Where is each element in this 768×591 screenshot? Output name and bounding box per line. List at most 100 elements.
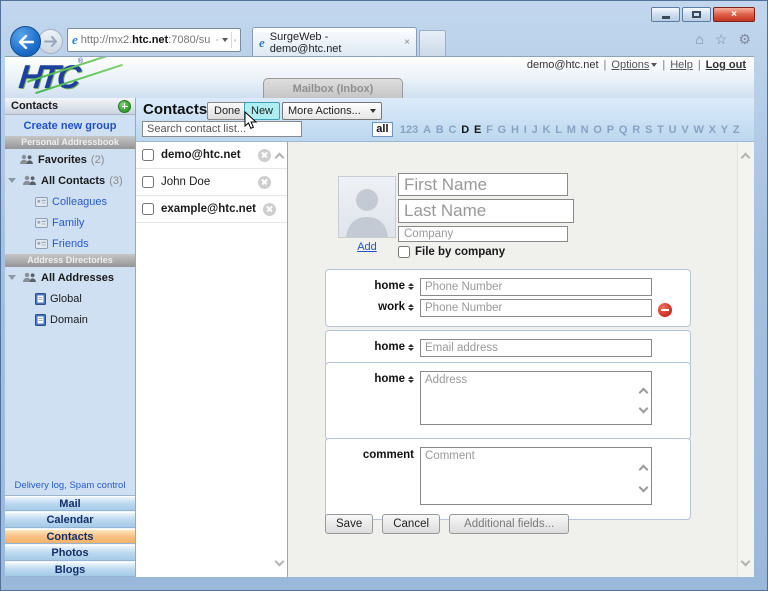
logout-link[interactable]: Log out (706, 59, 746, 71)
alpha-letter[interactable]: D (459, 124, 472, 136)
phone-type-select[interactable]: work (326, 299, 414, 313)
nav-contacts[interactable]: Contacts (5, 528, 135, 545)
email-address-field[interactable] (420, 339, 652, 357)
last-name-field[interactable] (398, 199, 574, 223)
alpha-letter[interactable]: I (521, 124, 529, 136)
close-button[interactable]: × (713, 7, 755, 22)
contact-row[interactable]: demo@htc.net (136, 142, 287, 169)
more-actions-select[interactable]: More Actions... (282, 102, 382, 120)
alpha-letter[interactable]: X (706, 124, 718, 136)
contact-row[interactable]: John Doe (136, 169, 287, 196)
delete-contact-icon[interactable] (262, 202, 276, 216)
scroll-up-icon[interactable] (740, 152, 751, 163)
additional-fields-button[interactable]: Additional fields... (449, 514, 570, 534)
alpha-letter[interactable]: U (666, 124, 679, 136)
delete-contact-icon[interactable] (258, 148, 271, 162)
alpha-letter[interactable]: M (564, 124, 578, 136)
add-group-icon[interactable] (118, 99, 131, 113)
sidebar-item-all-addresses[interactable]: All Addresses (5, 267, 135, 288)
search-icon[interactable] (216, 34, 219, 46)
address-dropdown-icon[interactable] (221, 38, 228, 42)
contact-checkbox[interactable] (142, 203, 154, 215)
options-menu[interactable]: Options (611, 59, 658, 71)
alpha-letter[interactable]: H (509, 124, 522, 136)
forward-button[interactable] (38, 29, 63, 54)
add-photo-link[interactable]: Add (338, 241, 396, 253)
delete-contact-icon[interactable] (258, 175, 271, 189)
maximize-button[interactable] (682, 7, 711, 22)
done-button[interactable]: Done (207, 102, 248, 120)
file-by-company-checkbox[interactable] (398, 246, 410, 258)
expander-icon[interactable] (8, 178, 16, 183)
alpha-letter[interactable]: L (553, 124, 565, 136)
nav-calendar[interactable]: Calendar (5, 512, 135, 528)
nav-mail[interactable]: Mail (5, 496, 135, 512)
company-field[interactable] (398, 226, 568, 242)
sidebar-item-colleagues[interactable]: Colleagues (5, 191, 135, 212)
sidebar-item-all-contacts[interactable]: All Contacts (3) (5, 170, 135, 191)
minimize-button[interactable] (651, 7, 680, 22)
spam-control-link[interactable]: Spam control (69, 480, 125, 491)
alpha-letter[interactable]: E (472, 124, 484, 136)
address-bar[interactable]: e http://mx2.htc.net:7080/su (67, 28, 241, 52)
alpha-letter[interactable]: G (495, 124, 508, 136)
alpha-letter[interactable]: Y (718, 124, 730, 136)
delivery-log-link[interactable]: Delivery log, (15, 480, 67, 491)
alpha-letter[interactable]: A (421, 124, 434, 136)
alpha-letter[interactable]: N (578, 124, 591, 136)
alpha-letter[interactable]: K (540, 124, 553, 136)
alpha-letter[interactable]: F (484, 124, 496, 136)
alpha-letter[interactable]: R (630, 124, 643, 136)
sidebar-item-favorites[interactable]: Favorites (2) (5, 149, 135, 170)
alpha-letter[interactable]: O (591, 124, 604, 136)
cancel-button[interactable]: Cancel (382, 514, 441, 534)
comment-field[interactable] (420, 447, 652, 505)
contact-row[interactable]: example@htc.net (136, 196, 287, 223)
home-icon[interactable]: ⌂ (695, 31, 703, 48)
sidebar-item-global[interactable]: Global (5, 288, 135, 309)
contact-checkbox[interactable] (142, 149, 154, 161)
alpha-all[interactable]: all (372, 122, 393, 137)
address-field[interactable] (420, 371, 652, 425)
tab-close-icon[interactable]: × (404, 37, 410, 48)
back-button[interactable] (10, 26, 41, 57)
nav-blogs[interactable]: Blogs (5, 561, 135, 577)
help-link[interactable]: Help (670, 59, 693, 71)
refresh-icon[interactable] (234, 34, 236, 47)
new-tab-button[interactable] (419, 30, 446, 57)
alpha-letter[interactable]: S (643, 124, 655, 136)
alpha-letter[interactable]: B (433, 124, 446, 136)
remove-phone-icon[interactable] (658, 303, 672, 317)
save-button[interactable]: Save (325, 514, 374, 534)
phone-number-field[interactable] (420, 299, 652, 317)
alpha-letter[interactable]: J (529, 124, 540, 136)
alpha-letter[interactable]: C (446, 124, 459, 136)
browser-tab[interactable]: e SurgeWeb - demo@htc.net × (252, 27, 417, 57)
form-scrollbar[interactable] (737, 142, 754, 577)
email-type-select[interactable]: home (326, 339, 414, 353)
alpha-letter[interactable]: W (691, 124, 706, 136)
alpha-letter[interactable]: V (679, 124, 691, 136)
alpha-letter[interactable]: Q (616, 124, 629, 136)
alpha-123[interactable]: 123 (398, 124, 421, 136)
phone-number-field[interactable] (420, 278, 652, 296)
create-new-group-link[interactable]: Create new group (5, 115, 135, 136)
file-by-company-option[interactable]: File by company (398, 246, 505, 258)
sidebar-item-friends[interactable]: Friends (5, 233, 135, 254)
sidebar-item-family[interactable]: Family (5, 212, 135, 233)
first-name-field[interactable] (398, 173, 568, 196)
favorites-star-icon[interactable]: ☆ (715, 31, 728, 48)
nav-photos[interactable]: Photos (5, 545, 135, 561)
expander-icon[interactable] (8, 275, 16, 280)
tab-mailbox-inbox[interactable]: Mailbox (Inbox) (263, 78, 403, 98)
phone-type-select[interactable]: home (326, 278, 414, 292)
settings-gear-icon[interactable]: ⚙ (738, 31, 751, 48)
address-type-select[interactable]: home (326, 371, 414, 385)
alpha-letter[interactable]: P (604, 124, 616, 136)
alpha-letter[interactable]: Z (730, 124, 742, 136)
sidebar-item-domain[interactable]: Domain (5, 309, 135, 330)
scroll-down-icon[interactable] (274, 556, 285, 567)
contact-checkbox[interactable] (142, 176, 154, 188)
scroll-down-icon[interactable] (740, 556, 751, 567)
alpha-letter[interactable]: T (655, 124, 667, 136)
